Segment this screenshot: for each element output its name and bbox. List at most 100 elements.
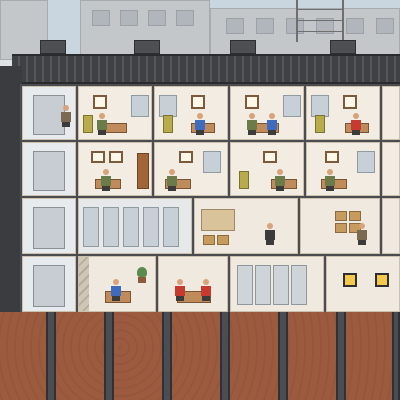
background-window [376,18,394,34]
background-window [346,18,364,34]
security-room[interactable] [78,198,192,254]
hvac-unit-icon [230,40,256,54]
office-room[interactable] [78,86,152,140]
window-icon [163,207,179,247]
framed-picture [263,151,277,163]
plant-pot [138,277,146,283]
box-icon [335,223,347,233]
window-icon [131,95,149,117]
pillar-icon [104,312,114,400]
box-icon [349,211,361,221]
hvac-unit-icon [330,40,356,54]
office-door[interactable] [137,153,149,189]
worker-icon[interactable] [325,169,335,191]
fire-escape [296,0,344,42]
filing-cabinet-icon [163,115,173,133]
locker-icon[interactable] [255,265,271,305]
worker-icon[interactable] [195,113,205,135]
background-window [226,18,244,34]
elevator-shaft[interactable] [22,198,76,254]
break-room[interactable] [78,256,156,312]
worker-icon[interactable] [167,169,177,191]
filing-cabinet-icon [83,115,93,133]
elevator-shaft[interactable] [22,86,76,140]
worker-icon[interactable] [175,279,185,301]
background-window [256,18,274,34]
background-window [176,10,194,26]
worker-icon[interactable] [351,113,361,135]
office-room[interactable] [154,86,228,140]
office-room[interactable] [306,86,380,140]
generator-room[interactable] [326,256,400,312]
pillar-icon [162,312,172,400]
generator-icon[interactable] [375,273,389,287]
office-room[interactable] [154,142,228,196]
window-icon [159,95,177,117]
elevator-icon[interactable] [33,151,65,191]
pillar-icon [46,312,56,400]
background-window [120,10,138,26]
storage-room[interactable] [194,198,298,254]
framed-picture [93,95,107,109]
window-icon [123,207,139,247]
locker-icon[interactable] [273,265,289,305]
worker-icon[interactable] [265,223,275,245]
framed-picture [245,95,259,109]
elevator-icon[interactable] [33,265,65,307]
locker-icon[interactable] [237,265,253,305]
worker-icon[interactable] [275,169,285,191]
hvac-unit-icon [134,40,160,54]
worker-icon[interactable] [201,279,211,301]
box-icon [203,235,215,245]
worker-icon[interactable] [101,169,111,191]
window-icon [357,151,375,173]
window-icon [103,207,119,247]
office-room[interactable] [230,86,304,140]
window-icon [311,95,329,117]
elevator-shaft[interactable] [22,256,76,312]
worker-icon[interactable] [267,113,277,135]
elevator-shaft[interactable] [22,142,76,196]
office-room[interactable] [382,86,400,140]
pillar-icon [220,312,230,400]
window-icon [143,207,159,247]
plant-icon [137,267,147,277]
mailroom[interactable] [382,198,400,254]
filing-cabinet-icon [315,115,325,133]
tower-roof [12,54,400,84]
office-room[interactable] [306,142,380,196]
worker-icon[interactable] [357,223,367,245]
box-icon [217,235,229,245]
pillar-icon [278,312,288,400]
filing-cabinet-icon [239,171,249,189]
locker-icon[interactable] [291,265,307,305]
box-icon [335,211,347,221]
framed-picture [91,151,105,163]
worker-icon[interactable] [247,113,257,135]
elevator-icon[interactable] [33,207,65,249]
background-window [92,10,110,26]
framed-picture [179,151,193,163]
hvac-unit-icon [40,40,66,54]
left-facade [0,66,22,312]
framed-picture [191,95,205,109]
generator-icon[interactable] [343,273,357,287]
worker-icon[interactable] [61,105,71,127]
pillar-icon [336,312,346,400]
pillar-icon [392,312,400,400]
window-icon [83,207,99,247]
office-room[interactable] [78,142,152,196]
break-room[interactable] [158,256,228,312]
lockers-room[interactable] [230,256,324,312]
background-window [148,10,166,26]
framed-picture [325,151,339,163]
stairs [79,257,89,311]
shelf-icon [201,209,235,231]
window-icon [203,151,221,173]
worker-icon[interactable] [97,113,107,135]
office-room[interactable] [230,142,304,196]
worker-icon[interactable] [111,279,121,301]
framed-picture [343,95,357,109]
mailroom[interactable] [300,198,380,254]
office-room[interactable] [382,142,400,196]
